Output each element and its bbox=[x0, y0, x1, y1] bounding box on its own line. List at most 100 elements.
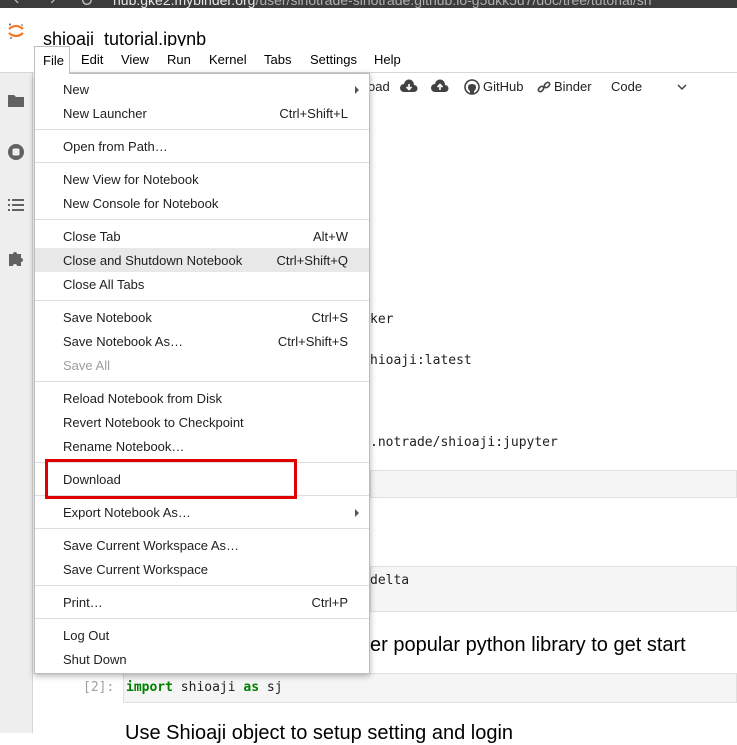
menu-item-label: Save Notebook bbox=[63, 310, 152, 325]
menu-item-label: New View for Notebook bbox=[63, 172, 199, 187]
submenu-arrow-icon bbox=[355, 509, 359, 517]
cell-prompt: [2]: bbox=[83, 680, 115, 695]
menu-settings[interactable]: Settings bbox=[310, 52, 357, 67]
menu-item-label: Log Out bbox=[63, 628, 110, 643]
module-alias: sj bbox=[259, 680, 283, 695]
code-cell-empty[interactable] bbox=[370, 470, 737, 498]
menu-item-new-view[interactable]: New View for Notebook bbox=[35, 167, 369, 191]
keyword-import: import bbox=[126, 680, 173, 695]
reload-icon[interactable]: ↻ bbox=[80, 0, 93, 8]
chevron-down-icon[interactable] bbox=[676, 82, 688, 92]
menu-item-save-as[interactable]: Save Notebook As… Ctrl+Shift+S bbox=[35, 329, 369, 353]
menu-view[interactable]: View bbox=[121, 52, 149, 67]
menu-item-save[interactable]: Save Notebook Ctrl+S bbox=[35, 305, 369, 329]
browser-address-bar: ‹ › ↻ hub.gke2.mybinder.org/user/sinotra… bbox=[0, 0, 737, 8]
menu-item-label: Close and Shutdown Notebook bbox=[63, 253, 243, 268]
menu-item-label: Save Notebook As… bbox=[63, 334, 183, 349]
menu-item-label: Export Notebook As… bbox=[63, 505, 191, 520]
menu-item-label: Save Current Workspace As… bbox=[63, 538, 240, 553]
menu-help[interactable]: Help bbox=[374, 52, 401, 67]
menu-item-print[interactable]: Print… Ctrl+P bbox=[35, 590, 369, 614]
menu-separator bbox=[35, 129, 369, 130]
menu-item-close-shutdown[interactable]: Close and Shutdown Notebook Ctrl+Shift+Q bbox=[35, 248, 369, 272]
folder-icon[interactable] bbox=[7, 91, 25, 109]
shortcut-label: Ctrl+S bbox=[311, 310, 348, 325]
menu-item-shutdown[interactable]: Shut Down bbox=[35, 647, 369, 671]
menu-separator bbox=[35, 618, 369, 619]
shortcut-label: Ctrl+Shift+S bbox=[277, 334, 348, 349]
code-fragment-ker: ker bbox=[370, 312, 394, 327]
menu-tabs[interactable]: Tabs bbox=[264, 52, 291, 67]
shortcut-label: Ctrl+Shift+L bbox=[279, 106, 348, 121]
cloud-upload-icon[interactable] bbox=[431, 79, 449, 95]
menu-item-label: Save Current Workspace bbox=[63, 562, 208, 577]
menu-item-label: Close All Tabs bbox=[63, 277, 145, 292]
menu-item-close-tab[interactable]: Close Tab Alt+W bbox=[35, 224, 369, 248]
url-host: hub.gke2.mybinder.org bbox=[113, 0, 256, 8]
code-fragment-delta: delta bbox=[370, 573, 410, 588]
menu-item-save-all: Save All bbox=[35, 353, 369, 377]
menu-separator bbox=[35, 300, 369, 301]
code-fragment-shioaji-latest: hioaji:latest bbox=[370, 353, 472, 368]
menu-file[interactable]: File bbox=[34, 46, 70, 74]
download-partial-label[interactable]: oad bbox=[368, 79, 390, 94]
shortcut-label: Alt+W bbox=[312, 229, 348, 244]
menu-item-new-launcher[interactable]: New Launcher Ctrl+Shift+L bbox=[35, 101, 369, 125]
code-import-line: import shioaji as sj bbox=[126, 680, 283, 695]
puzzle-icon[interactable] bbox=[7, 249, 25, 267]
menu-item-label: Print… bbox=[63, 595, 103, 610]
menu-item-reload[interactable]: Reload Notebook from Disk bbox=[35, 386, 369, 410]
menu-item-revert[interactable]: Revert Notebook to Checkpoint bbox=[35, 410, 369, 434]
menu-separator bbox=[35, 219, 369, 220]
menu-item-new[interactable]: New bbox=[35, 77, 369, 101]
forward-icon[interactable]: › bbox=[50, 0, 55, 8]
menu-item-save-workspace-as[interactable]: Save Current Workspace As… bbox=[35, 533, 369, 557]
menu-edit[interactable]: Edit bbox=[81, 52, 103, 67]
binder-button[interactable]: Binder bbox=[554, 79, 592, 94]
submenu-arrow-icon bbox=[355, 86, 359, 94]
download-highlight-annotation bbox=[45, 459, 297, 499]
code-fragment-jupyter: .notrade/shioaji:jupyter bbox=[370, 435, 558, 450]
menu-separator bbox=[35, 585, 369, 586]
menu-separator bbox=[35, 162, 369, 163]
menu-item-save-workspace[interactable]: Save Current Workspace bbox=[35, 557, 369, 581]
menu-run[interactable]: Run bbox=[167, 52, 191, 67]
menu-item-export[interactable]: Export Notebook As… bbox=[35, 500, 369, 524]
menu-item-logout[interactable]: Log Out bbox=[35, 623, 369, 647]
menu-item-label: Revert Notebook to Checkpoint bbox=[63, 415, 244, 430]
menu-item-open-from-path[interactable]: Open from Path… bbox=[35, 134, 369, 158]
cell-type-select[interactable]: Code bbox=[611, 79, 642, 94]
menu-item-label: New bbox=[63, 82, 90, 97]
menu-item-label: New Launcher bbox=[63, 106, 147, 121]
code-cell-delta[interactable] bbox=[370, 566, 737, 612]
menubar: File Edit View Run Kernel Tabs Settings … bbox=[0, 46, 737, 74]
list-icon[interactable] bbox=[7, 196, 25, 214]
url-path: /user/sinotrade-sinotrade.github.io-g5uk… bbox=[255, 0, 652, 8]
file-menu-dropdown: New New Launcher Ctrl+Shift+L Open from P… bbox=[34, 73, 370, 674]
left-sidebar bbox=[0, 73, 33, 733]
module-name: shioaji bbox=[172, 680, 244, 695]
menu-item-close-all[interactable]: Close All Tabs bbox=[35, 272, 369, 296]
github-button[interactable]: GitHub bbox=[483, 79, 523, 94]
menu-item-label: New Console for Notebook bbox=[63, 196, 219, 211]
link-icon[interactable] bbox=[537, 79, 551, 95]
menu-item-label: Rename Notebook… bbox=[63, 439, 185, 454]
menu-kernel[interactable]: Kernel bbox=[209, 52, 247, 67]
keyword-as: as bbox=[243, 680, 260, 695]
stop-circle-icon[interactable] bbox=[7, 143, 25, 161]
menu-separator bbox=[35, 528, 369, 529]
markdown-heading-login: Use Shioaji object to setup setting and … bbox=[125, 722, 514, 744]
menu-item-label: Open from Path… bbox=[63, 139, 168, 154]
jupyter-logo-icon[interactable] bbox=[7, 22, 25, 40]
shortcut-label: Ctrl+Shift+Q bbox=[276, 253, 348, 268]
github-icon[interactable] bbox=[464, 79, 480, 95]
menu-item-new-console[interactable]: New Console for Notebook bbox=[35, 191, 369, 215]
cloud-download-icon[interactable] bbox=[400, 79, 418, 95]
menu-item-label: Close Tab bbox=[63, 229, 121, 244]
url-text[interactable]: hub.gke2.mybinder.org/user/sinotrade-sin… bbox=[113, 0, 652, 8]
menu-item-label: Save All bbox=[63, 358, 110, 373]
menu-item-rename[interactable]: Rename Notebook… bbox=[35, 434, 369, 458]
shortcut-label: Ctrl+P bbox=[311, 595, 348, 610]
menu-item-label: Reload Notebook from Disk bbox=[63, 391, 222, 406]
back-icon[interactable]: ‹ bbox=[14, 0, 19, 8]
